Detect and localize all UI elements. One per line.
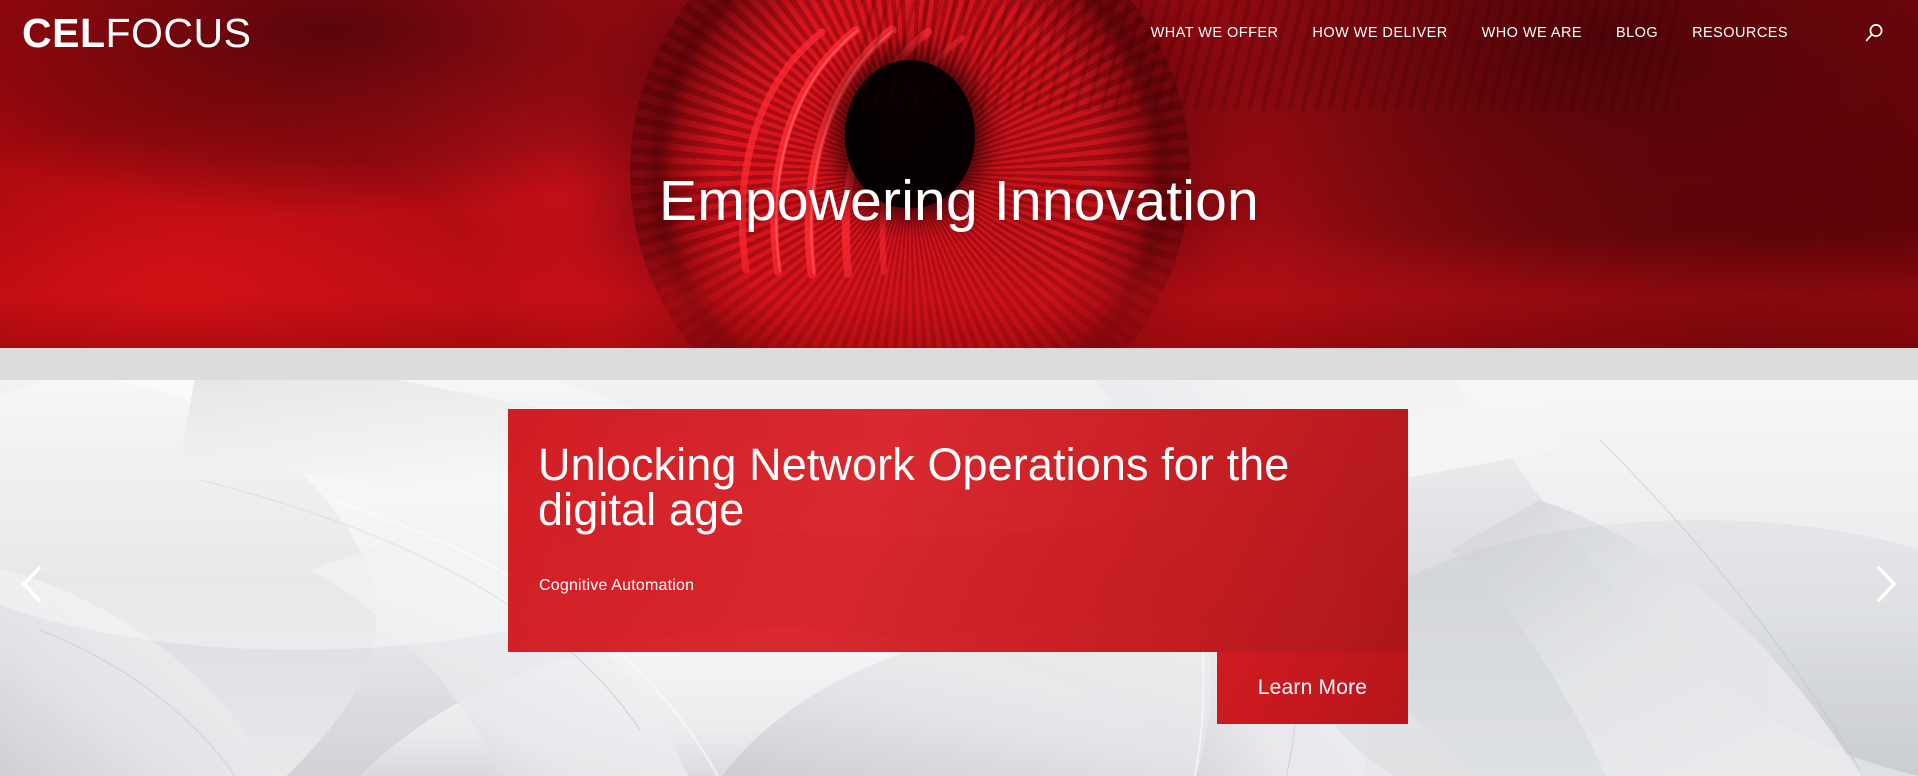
- nav-item-resources[interactable]: RESOURCES: [1688, 19, 1792, 47]
- site-logo[interactable]: CELFOCUS: [22, 9, 252, 56]
- carousel-slide-panel: Unlocking Network Operations for the dig…: [508, 409, 1408, 652]
- carousel-prev-button[interactable]: [10, 560, 54, 608]
- logo-light-text: FOCUS: [105, 9, 252, 56]
- slide-title: Unlocking Network Operations for the dig…: [538, 439, 1290, 535]
- logo-bold-text: CEL: [22, 9, 106, 56]
- search-icon: [1865, 24, 1883, 42]
- nav-item-how-we-deliver[interactable]: HOW WE DELIVER: [1308, 19, 1451, 47]
- chevron-right-icon: [1876, 565, 1897, 603]
- hero-section: CELFOCUS WHAT WE OFFER HOW WE DELIVER WH…: [0, 0, 1918, 348]
- hero-carousel: Unlocking Network Operations for the dig…: [0, 380, 1918, 776]
- search-button[interactable]: [1854, 13, 1894, 53]
- lower-eyelid: [0, 232, 1918, 348]
- nav-item-what-we-offer[interactable]: WHAT WE OFFER: [1147, 19, 1283, 47]
- page-root: CELFOCUS WHAT WE OFFER HOW WE DELIVER WH…: [0, 0, 1918, 776]
- nav-item-who-we-are[interactable]: WHO WE ARE: [1478, 19, 1586, 47]
- top-navigation-bar: CELFOCUS WHAT WE OFFER HOW WE DELIVER WH…: [0, 0, 1918, 66]
- section-separator: [0, 348, 1918, 380]
- main-nav: WHAT WE OFFER HOW WE DELIVER WHO WE ARE …: [1147, 13, 1918, 53]
- chevron-left-icon: [21, 565, 42, 603]
- slide-subtitle: Cognitive Automation: [539, 577, 695, 594]
- learn-more-button[interactable]: Learn More: [1217, 652, 1408, 724]
- carousel-next-button[interactable]: [1864, 560, 1908, 608]
- nav-item-blog[interactable]: BLOG: [1612, 19, 1662, 47]
- hero-title: Empowering Innovation: [659, 169, 1259, 233]
